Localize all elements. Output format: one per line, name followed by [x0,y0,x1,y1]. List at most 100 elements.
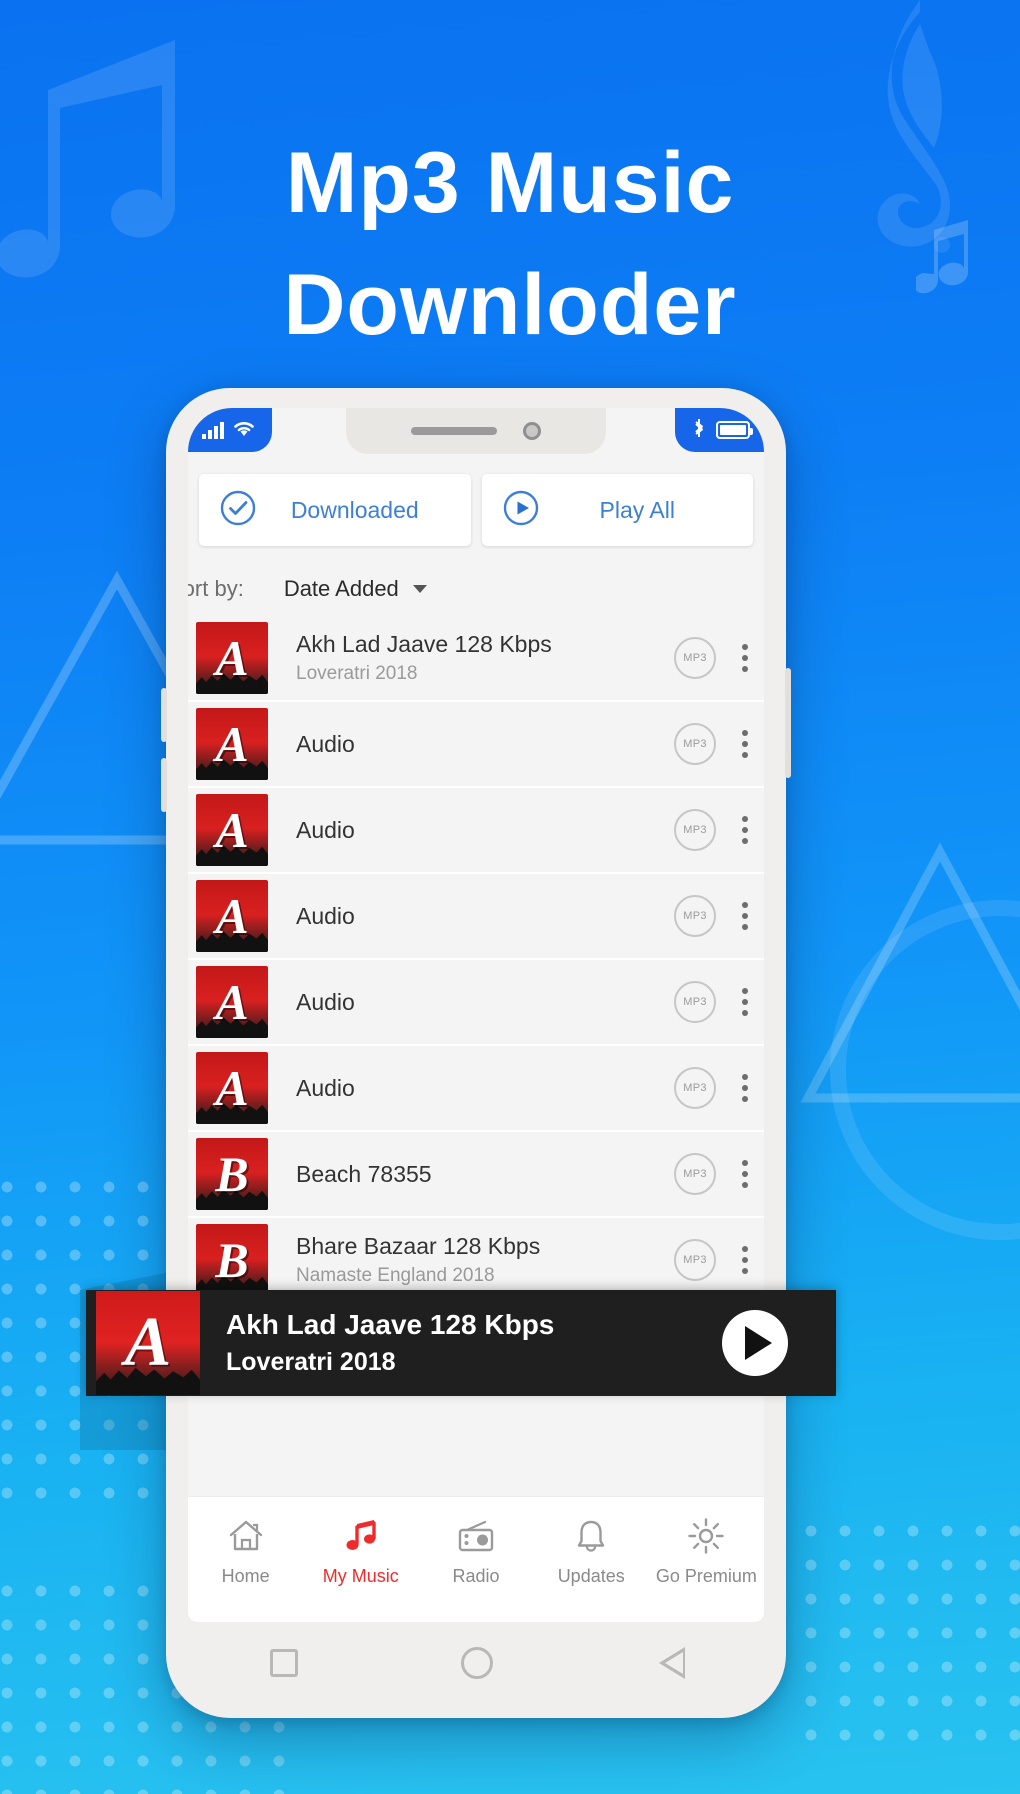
album-art-letter: A [215,802,249,858]
mini-player-text: Akh Lad Jaave 128 Kbps Loveratri 2018 [200,1309,722,1377]
play-circle-icon [500,487,542,534]
phone-power-button [785,668,791,778]
album-art-thumbnail: B [196,1138,268,1210]
android-navigation-bar [188,1622,764,1704]
table-row[interactable]: A Audio MP3 [188,1046,764,1132]
mp3-badge: MP3 [674,637,716,679]
table-row[interactable]: A Akh Lad Jaave 128 Kbps Loveratri 2018 … [188,616,764,702]
overflow-menu-icon[interactable] [738,1242,752,1278]
signal-bars-icon [202,421,224,439]
album-art-letter: B [215,1232,249,1288]
nav-item-updates-label: Updates [557,1566,625,1586]
overflow-menu-icon[interactable] [738,640,752,676]
nav-item-my-music[interactable]: My Music [303,1513,418,1587]
gear-icon [686,1513,726,1559]
song-subtitle: Loveratri 2018 [296,663,418,684]
check-circle-icon [217,487,259,534]
tab-play-all[interactable]: Play All [481,474,753,546]
tab-downloaded[interactable]: Downloaded [199,474,471,546]
overflow-menu-icon[interactable] [738,1156,752,1192]
overflow-menu-icon[interactable] [738,984,752,1020]
mini-player-subtitle: Loveratri 2018 [226,1348,396,1376]
song-title: Audio [296,988,355,1015]
overflow-menu-icon[interactable] [738,1070,752,1106]
sort-row[interactable]: Sort by: Date Added [188,558,764,616]
mp3-badge: MP3 [674,723,716,765]
mp3-badge: MP3 [674,1067,716,1109]
album-art-letter: A [215,1060,249,1116]
album-art-letter: B [215,1146,249,1202]
battery-full-icon [716,421,753,439]
phone-volume-button [161,688,167,742]
table-row[interactable]: A Audio MP3 [188,788,764,874]
song-title: Audio [296,730,355,757]
mini-player-album-art: A [96,1291,200,1395]
album-art-letter: A [215,716,249,772]
album-art-letter: A [215,974,249,1030]
table-row[interactable]: B Beach 78355 MP3 [188,1132,764,1218]
title-line-1: Mp3 Music [285,135,735,231]
phone-screen: Downloaded Play All Sort by: Date Added [188,408,764,1622]
radio-icon [455,1513,497,1559]
overflow-menu-icon[interactable] [738,898,752,934]
song-subtitle: Namaste England 2018 [296,1265,495,1286]
mini-player[interactable]: A Akh Lad Jaave 128 Kbps Loveratri 2018 [86,1290,836,1396]
recents-square-icon[interactable] [269,1649,298,1677]
album-art-thumbnail: A [196,966,268,1038]
tab-downloaded-label: Downloaded [290,496,419,523]
sort-by-value[interactable]: Date Added [284,576,399,602]
play-icon[interactable] [722,1310,788,1376]
song-title: Audio [296,1074,355,1101]
nav-item-radio[interactable]: Radio [418,1513,533,1587]
page-title: Mp3 Music Downloder [0,122,1020,366]
nav-item-updates[interactable]: Updates [534,1513,649,1587]
phone-notch [346,408,606,454]
row-text: Audio [268,1075,674,1102]
album-art-thumbnail: A [196,1052,268,1124]
mp3-badge: MP3 [674,809,716,851]
mini-player-title: Akh Lad Jaave 128 Kbps [226,1309,555,1340]
album-art-thumbnail: A [196,708,268,780]
play-triangle [745,1326,772,1360]
song-title: Audio [296,816,355,843]
status-bar-right [675,408,764,452]
tab-bar: Downloaded Play All [188,460,764,558]
row-text: Audio [268,731,674,758]
song-list: A Akh Lad Jaave 128 Kbps Loveratri 2018 … [188,616,764,1304]
album-art-letter: A [124,1304,172,1381]
overflow-menu-icon[interactable] [738,812,752,848]
bottom-navigation-bar: Home My Music Radio Updates Go Premium [188,1496,764,1622]
chevron-down-icon[interactable] [412,585,427,593]
album-art-letter: A [215,630,249,686]
row-text: Audio [268,989,674,1016]
row-text: Bhare Bazaar 128 Kbps Namaste England 20… [268,1233,674,1287]
overflow-menu-icon[interactable] [738,726,752,762]
row-text: Audio [268,817,674,844]
mp3-badge: MP3 [674,1239,716,1281]
dot-grid-decoration-right [794,1514,1020,1754]
mp3-badge: MP3 [674,1153,716,1195]
back-triangle-icon[interactable] [656,1647,686,1679]
nav-item-home[interactable]: Home [188,1513,303,1587]
table-row[interactable]: A Audio MP3 [188,874,764,960]
wifi-icon [232,419,256,442]
nav-item-radio-label: Radio [452,1566,500,1586]
sort-by-label: Sort by: [188,576,244,601]
title-line-2: Downloder [283,257,737,354]
home-icon [226,1513,266,1559]
earpiece-speaker [411,427,497,435]
mp3-badge: MP3 [674,895,716,937]
nav-item-go-premium[interactable]: Go Premium [649,1513,764,1587]
table-row[interactable]: A Audio MP3 [188,960,764,1046]
song-title: Akh Lad Jaave 128 Kbps [296,631,552,657]
album-art-thumbnail: A [196,794,268,866]
home-circle-icon[interactable] [460,1647,493,1679]
table-row[interactable]: A Audio MP3 [188,702,764,788]
album-art-thumbnail: B [196,1224,268,1296]
status-bar-left [188,408,272,452]
nav-item-go-premium-label: Go Premium [655,1566,757,1586]
nav-item-my-music-label: My Music [322,1566,399,1586]
bell-icon [572,1513,610,1559]
row-text: Akh Lad Jaave 128 Kbps Loveratri 2018 [268,631,674,685]
album-art-letter: A [215,888,249,944]
